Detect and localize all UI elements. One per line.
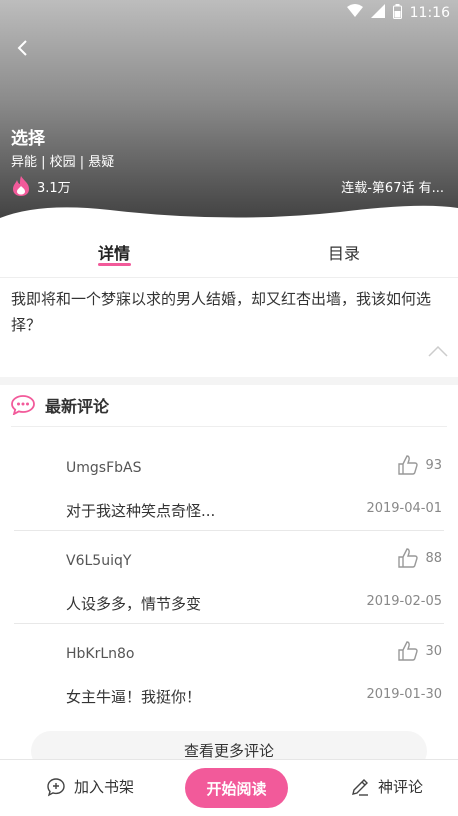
like-group: 30 <box>397 640 442 662</box>
comments-header-divider <box>11 426 447 427</box>
comment-text: 女主牛逼！我挺你！ <box>66 688 202 706</box>
tab-indicator <box>98 263 131 266</box>
heat-value: 3.1万 <box>37 180 71 196</box>
tab-divider <box>0 277 458 278</box>
comments-title: 最新评论 <box>45 397 110 416</box>
wifi-icon <box>346 4 363 22</box>
review-label: 神评论 <box>378 778 424 796</box>
comment-text: 人设多多，情节多变 <box>66 595 202 613</box>
comment-username: HbKrLn8o <box>66 646 135 662</box>
back-button[interactable] <box>10 36 34 60</box>
heat-count: 3.1万 <box>11 175 71 197</box>
comment-item[interactable]: V6L5uiqY 88 人设多多，情节多变 2019-02-05 <box>0 548 458 645</box>
thumbs-up-icon[interactable] <box>397 454 419 476</box>
comment-date: 2019-01-30 <box>366 687 442 702</box>
comments-header: 最新评论 <box>11 393 109 417</box>
comment-item[interactable]: UmgsFbAS 93 对于我这种笑点奇怪... 2019-04-01 <box>0 455 458 552</box>
thumbs-up-icon[interactable] <box>397 640 419 662</box>
comment-date: 2019-02-05 <box>366 594 442 609</box>
flame-icon <box>13 176 29 196</box>
synopsis-text: 我即将和一个梦寐以求的男人结婚，却又红杏出墙，我该如何选择？ <box>11 290 432 334</box>
add-to-shelf-button[interactable]: 加入书架 <box>46 776 134 797</box>
pen-icon <box>352 778 368 796</box>
status-bar: 11:16 <box>0 0 458 26</box>
comment-item[interactable]: HbKrLn8o 30 女主牛逼！我挺你！ 2019-01-30 <box>0 641 458 738</box>
comment-text: 对于我这种笑点奇怪... <box>66 502 216 520</box>
book-title: 选择 <box>11 129 45 149</box>
comment-divider <box>14 530 444 531</box>
add-shelf-label: 加入书架 <box>74 778 135 796</box>
book-tags: 异能 | 校园 | 悬疑 <box>11 155 115 170</box>
tab-bar: 详情 目录 <box>0 230 458 276</box>
write-review-button[interactable]: 神评论 <box>350 776 423 797</box>
comment-bubble-icon <box>11 395 35 415</box>
tab-details[interactable]: 详情 <box>98 240 130 264</box>
comment-username: UmgsFbAS <box>66 460 142 476</box>
back-arrow-icon <box>17 40 27 56</box>
like-count: 93 <box>425 457 442 473</box>
tab-catalog[interactable]: 目录 <box>328 240 360 264</box>
battery-icon <box>392 3 402 23</box>
comment-divider <box>14 623 444 624</box>
status-time: 11:16 <box>409 5 450 21</box>
like-group: 93 <box>397 454 442 476</box>
serial-status: 连载-第67话 有... <box>341 181 444 196</box>
chevron-up-icon <box>428 345 448 357</box>
comment-username: V6L5uiqY <box>66 553 132 569</box>
start-reading-button[interactable]: 开始阅读 <box>185 768 288 808</box>
like-group: 88 <box>397 547 442 569</box>
collapse-button[interactable] <box>428 343 448 357</box>
add-shelf-icon <box>47 777 65 796</box>
header-wave <box>0 205 458 230</box>
bottom-action-bar: 加入书架 开始阅读 神评论 <box>0 759 458 816</box>
comment-date: 2019-04-01 <box>366 501 442 516</box>
section-gap <box>0 377 458 385</box>
signal-icon <box>370 4 385 22</box>
like-count: 88 <box>425 550 442 566</box>
thumbs-up-icon[interactable] <box>397 547 419 569</box>
book-header: 11:16 选择 异能 | 校园 | 悬疑 3.1万 连载-第67话 有... <box>0 0 458 228</box>
like-count: 30 <box>425 643 442 659</box>
